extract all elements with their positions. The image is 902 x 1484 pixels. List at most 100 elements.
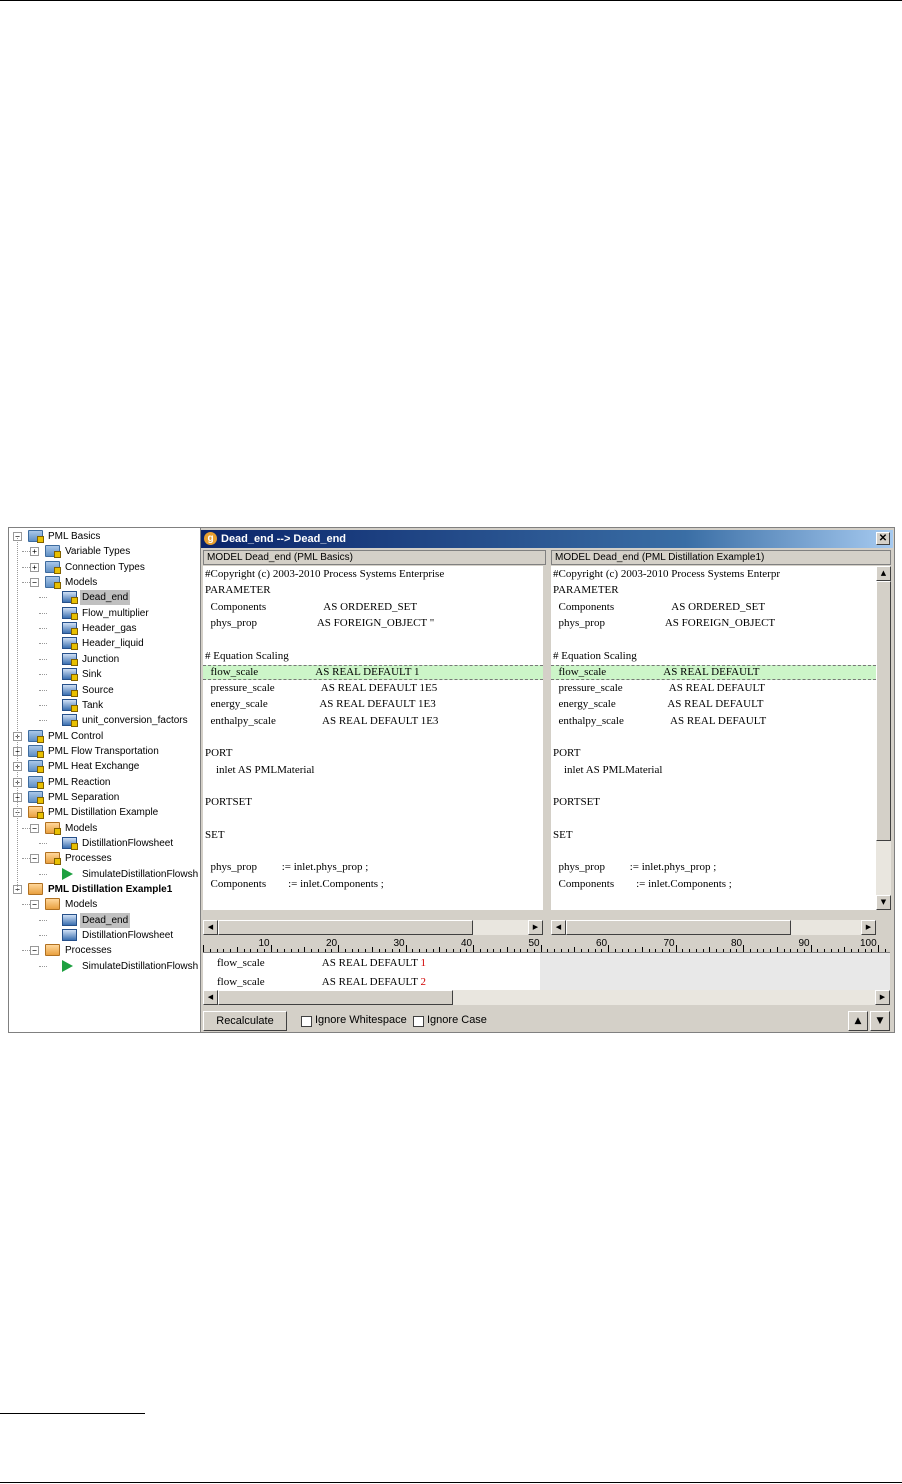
ruler-tick (830, 949, 832, 952)
ruler-tick (304, 947, 306, 952)
tree-item[interactable]: + PML Reaction (9, 775, 200, 790)
ruler-tick (709, 947, 711, 952)
recalculate-button[interactable]: Recalculate (203, 1011, 287, 1031)
collapse-icon[interactable]: − (30, 823, 39, 833)
ignore-whitespace-checkbox[interactable] (301, 1016, 312, 1027)
ruler-tick (520, 949, 522, 952)
tree-item[interactable]: Sink (9, 667, 200, 682)
diff-detail-pane[interactable]: ◀ ▶ flow_scale AS REAL DEFAULT 1 flow_sca… (203, 953, 890, 1005)
scroll-left-arrow-icon[interactable]: ◀ (551, 920, 566, 935)
tree-item[interactable]: DistillationFlowsheet (9, 928, 200, 943)
tree-item[interactable]: − Processes (9, 851, 200, 866)
right-vertical-scrollbar[interactable]: ▲ ▼ (876, 566, 891, 910)
tree-item[interactable]: − Processes (9, 943, 200, 958)
left-horizontal-scrollbar[interactable]: ◀ ▶ (203, 920, 543, 935)
lock-icon (54, 858, 61, 866)
tree-item[interactable]: − PML Basics (9, 529, 200, 544)
bottom-horizontal-thumb[interactable] (218, 990, 453, 1005)
tree-item[interactable]: + PML Heat Exchange (9, 759, 200, 774)
vertical-scroll-thumb[interactable] (876, 581, 891, 841)
scroll-right-arrow-icon[interactable]: ▶ (875, 990, 890, 1005)
left-horizontal-thumb[interactable] (218, 920, 473, 935)
tree-item[interactable]: SimulateDistillationFlowsh (9, 867, 200, 882)
scroll-right-arrow-icon[interactable]: ▶ (861, 920, 876, 935)
ruler-tick (560, 949, 562, 952)
left-code-pane[interactable]: #Copyright (c) 2003-2010 Process Systems… (203, 566, 543, 910)
ignore-whitespace-label: Ignore Whitespace (315, 1014, 407, 1026)
ruler-tick (567, 949, 569, 952)
next-diff-button[interactable]: ▼ (870, 1011, 890, 1031)
lock-icon (54, 566, 61, 574)
code-line: Components AS ORDERED_SET (205, 600, 418, 613)
tree-item[interactable]: unit_conversion_factors (9, 713, 200, 728)
ruler-tick (716, 949, 717, 952)
tree-item[interactable]: Source (9, 683, 200, 698)
lock-icon (37, 735, 44, 743)
tree-item[interactable]: Dead_end (9, 590, 200, 606)
tree-item[interactable]: Header_liquid (9, 636, 200, 651)
tree-item[interactable]: Junction (9, 652, 200, 667)
ruler-number: 100 (860, 938, 877, 949)
right-code-pane[interactable]: #Copyright (c) 2003-2010 Process Systems… (551, 566, 876, 910)
ruler-tick (554, 949, 555, 952)
scroll-right-arrow-icon[interactable]: ▶ (528, 920, 543, 935)
ruler-number: 70 (663, 938, 675, 949)
tree-item[interactable]: Tank (9, 698, 200, 713)
code-line: PARAMETER (205, 584, 271, 597)
code-line: PORT (205, 747, 233, 760)
previous-diff-button[interactable]: ▲ (848, 1011, 868, 1031)
ignore-case-checkbox[interactable] (413, 1016, 424, 1027)
right-horizontal-scrollbar[interactable]: ◀ ▶ (551, 920, 876, 935)
tree-item[interactable]: SimulateDistillationFlowsh (9, 959, 200, 974)
tree-item[interactable]: + PML Separation (9, 790, 200, 805)
scroll-down-arrow-icon[interactable]: ▼ (876, 895, 891, 910)
dialog-titlebar[interactable]: g Dead_end --> Dead_end ✕ (201, 530, 893, 548)
ruler-tick (587, 949, 589, 952)
collapse-icon[interactable]: − (30, 854, 39, 864)
tree-item-label: PML Reaction (48, 776, 111, 788)
tree-item[interactable]: + Variable Types (9, 544, 200, 559)
close-button[interactable]: ✕ (876, 532, 890, 545)
scroll-left-arrow-icon[interactable]: ◀ (203, 990, 218, 1005)
right-horizontal-thumb[interactable] (566, 920, 791, 935)
collapse-icon[interactable]: − (30, 900, 39, 910)
tree-item[interactable]: − PML Distillation Example (9, 805, 200, 820)
ruler-tick (378, 949, 380, 952)
bottom-horizontal-scrollbar[interactable]: ◀ ▶ (203, 990, 890, 1005)
ruler-tick (749, 949, 751, 952)
ruler-tick (223, 949, 225, 952)
code-line: # Equation Scaling (553, 649, 637, 662)
tree-item[interactable]: − Models (9, 821, 200, 836)
tree-item[interactable]: Flow_multiplier (9, 606, 200, 621)
ruler-tick (324, 949, 326, 952)
expand-icon[interactable]: + (30, 562, 39, 572)
tree-item[interactable]: + PML Flow Transportation (9, 744, 200, 759)
tree-item[interactable]: + Connection Types (9, 560, 200, 575)
ruler-tick (689, 949, 690, 952)
lock-icon (71, 643, 78, 651)
ruler-tick (263, 949, 265, 952)
tree-item[interactable]: + PML Control (9, 729, 200, 744)
tree-item[interactable]: DistillationFlowsheet (9, 836, 200, 851)
tree-item[interactable]: Dead_end (9, 912, 200, 928)
ruler-tick (635, 949, 636, 952)
tree-item[interactable]: − Models (9, 897, 200, 912)
project-tree[interactable]: − PML Basics + Variable Types + Connection Ty… (9, 528, 201, 1032)
lock-icon (37, 766, 44, 774)
play-icon (62, 959, 73, 972)
tree-item[interactable]: − Models (9, 575, 200, 590)
ruler-number: 10 (258, 938, 270, 949)
collapse-icon[interactable]: − (30, 578, 39, 588)
ruler-tick (432, 949, 434, 952)
code-line: PARAMETER (553, 584, 619, 597)
lock-icon (37, 536, 44, 543)
scroll-left-arrow-icon[interactable]: ◀ (203, 920, 218, 935)
scroll-up-arrow-icon[interactable]: ▲ (876, 566, 891, 581)
model-icon (62, 698, 78, 712)
tree-item[interactable]: − PML Distillation Example1 (9, 882, 200, 897)
collapse-icon[interactable]: − (30, 946, 39, 956)
tree-item[interactable]: Header_gas (9, 621, 200, 636)
lock-icon (71, 612, 78, 620)
expand-icon[interactable]: + (30, 547, 39, 557)
model-icon (62, 622, 78, 636)
